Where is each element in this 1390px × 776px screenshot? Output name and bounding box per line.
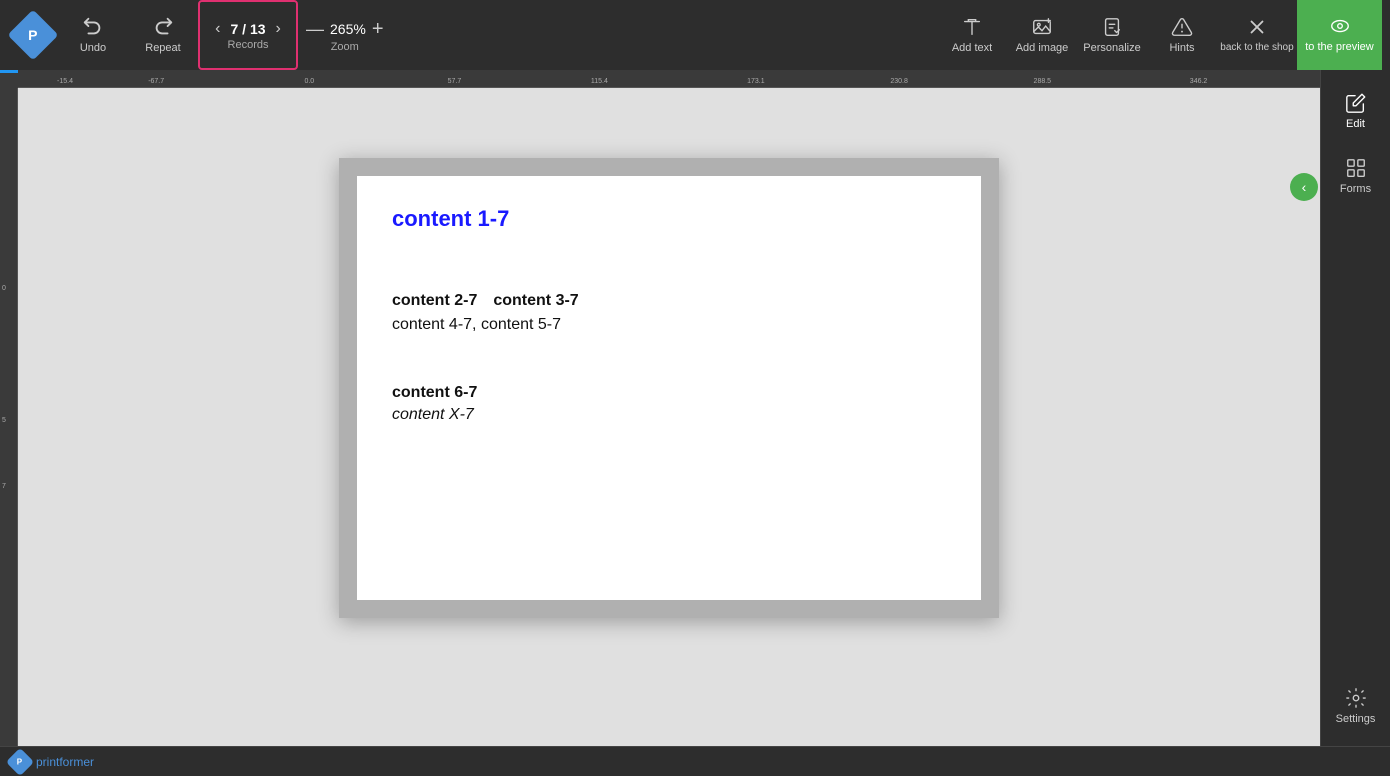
ruler-h-mark-7: 230.8	[890, 78, 908, 85]
canvas-wrapper: -15.4 -67.7 0.0 57.7 115.4 173.1 230.8 2…	[0, 70, 1320, 746]
to-preview-button[interactable]: to the preview	[1297, 0, 1382, 70]
add-text-icon	[961, 16, 983, 38]
logo-icon: P	[28, 27, 37, 43]
repeat-icon	[152, 16, 174, 38]
ruler-h-mark-4: 57.7	[448, 78, 462, 85]
toolbar: P Undo Repeat ‹ 7 / 13 › Records — 265% …	[0, 0, 1390, 70]
ruler-v-mark-2: 5	[2, 417, 6, 424]
zoom-section: — 265% + Zoom	[298, 0, 392, 70]
ruler-horizontal: -15.4 -67.7 0.0 57.7 115.4 173.1 230.8 2…	[18, 70, 1320, 88]
repeat-label: Repeat	[145, 42, 180, 54]
content-x-7-text: content X-7	[392, 406, 951, 424]
bottom-bar: P printformer	[0, 746, 1390, 776]
collapse-panel-button[interactable]: ‹	[1290, 173, 1318, 201]
records-count: 7 / 13	[230, 21, 265, 37]
add-text-label: Add text	[952, 42, 992, 54]
content-4-7-text: content 4-7,	[392, 316, 477, 333]
content-6-7-text: content 6-7	[392, 384, 951, 402]
back-to-shop-button[interactable]: back to the shop	[1217, 0, 1297, 70]
add-image-label: Add image	[1016, 42, 1069, 54]
printformer-logo: P printformer	[10, 752, 94, 772]
undo-button[interactable]: Undo	[58, 0, 128, 70]
content-row-1: content 2-7 content 3-7	[392, 292, 951, 310]
bottom-logo-letter: P	[17, 757, 22, 766]
edit-panel-button[interactable]: Edit	[1321, 78, 1390, 143]
content-1-7-text: content 1-7	[392, 206, 951, 232]
chevron-right-icon: ‹	[1302, 179, 1307, 195]
hints-label: Hints	[1169, 42, 1194, 54]
ruler-v-mark-1: 0	[2, 285, 6, 292]
ruler-h-mark-9: 346.2	[1190, 78, 1208, 85]
personalize-label: Personalize	[1083, 42, 1140, 54]
ruler-h-mark-3: 0.0	[304, 78, 314, 85]
ruler-h-mark-6: 173.1	[747, 78, 765, 85]
right-panel: Edit Forms Settings	[1320, 70, 1390, 746]
ruler-h-mark-1: -15.4	[57, 78, 73, 85]
close-icon	[1246, 16, 1268, 38]
settings-panel-button[interactable]: Settings	[1321, 673, 1390, 738]
personalize-icon	[1101, 16, 1123, 38]
ruler-v-mark-3: 7	[2, 483, 6, 490]
records-group[interactable]: ‹ 7 / 13 › Records	[198, 0, 298, 70]
edit-panel-label: Edit	[1346, 118, 1365, 130]
forms-icon	[1345, 157, 1367, 179]
ruler-vertical: 0 5 7	[0, 88, 18, 746]
bottom-logo-icon: P	[6, 747, 34, 775]
add-image-button[interactable]: Add image	[1007, 0, 1077, 70]
add-image-icon	[1031, 16, 1053, 38]
personalize-button[interactable]: Personalize	[1077, 0, 1147, 70]
bottom-logo-text: printformer	[36, 755, 94, 769]
canvas-with-ruler: 0 5 7 content 1-7 content 2-7 content 3-…	[0, 88, 1320, 746]
add-text-button[interactable]: Add text	[937, 0, 1007, 70]
records-next-button[interactable]: ›	[272, 19, 285, 39]
hints-button[interactable]: Hints	[1147, 0, 1217, 70]
forms-panel-button[interactable]: Forms	[1321, 143, 1390, 208]
ruler-h-mark-2: -67.7	[148, 78, 164, 85]
undo-label: Undo	[80, 42, 106, 54]
eye-icon	[1329, 15, 1351, 37]
records-prev-button[interactable]: ‹	[211, 19, 224, 39]
back-to-shop-label: back to the shop	[1220, 42, 1293, 54]
page-outer: content 1-7 content 2-7 content 3-7 cont…	[339, 158, 999, 618]
ruler-h-mark-5: 115.4	[591, 78, 608, 85]
content-2-7-text: content 2-7	[392, 292, 477, 310]
app-logo[interactable]: P	[8, 0, 58, 70]
settings-panel-label: Settings	[1336, 713, 1376, 725]
forms-panel-label: Forms	[1340, 183, 1371, 195]
records-nav: ‹ 7 / 13 ›	[211, 19, 285, 39]
canvas-area[interactable]: content 1-7 content 2-7 content 3-7 cont…	[18, 88, 1320, 746]
page-inner: content 1-7 content 2-7 content 3-7 cont…	[357, 176, 981, 600]
ruler-top-row: -15.4 -67.7 0.0 57.7 115.4 173.1 230.8 2…	[0, 70, 1320, 88]
zoom-in-button[interactable]: +	[372, 18, 384, 41]
content-row-2: content 4-7, content 5-7	[392, 316, 951, 334]
content-3-7-text: content 3-7	[493, 292, 578, 310]
repeat-button[interactable]: Repeat	[128, 0, 198, 70]
ruler-h-mark-8: 288.5	[1034, 78, 1052, 85]
records-label: Records	[228, 39, 269, 51]
content-5-7-text: content 5-7	[481, 316, 561, 333]
undo-icon	[82, 16, 104, 38]
zoom-dash: —	[306, 19, 324, 40]
main-area: -15.4 -67.7 0.0 57.7 115.4 173.1 230.8 2…	[0, 70, 1390, 746]
edit-icon	[1345, 92, 1367, 114]
zoom-label: Zoom	[331, 41, 359, 53]
settings-icon	[1345, 687, 1367, 709]
hints-icon	[1171, 16, 1193, 38]
to-preview-label: to the preview	[1305, 41, 1373, 54]
zoom-value: 265%	[330, 21, 366, 37]
